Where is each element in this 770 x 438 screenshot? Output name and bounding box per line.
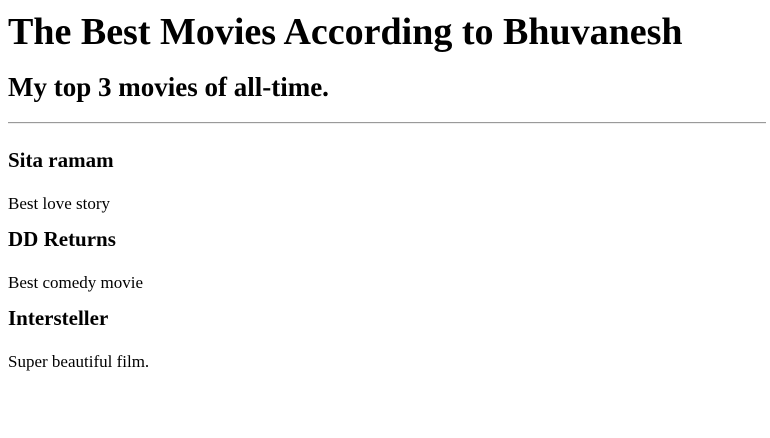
movie-description: Super beautiful film. [8, 352, 150, 371]
movie-description: Best love story [8, 194, 110, 213]
movie-title: Intersteller [8, 306, 109, 330]
movie-entry: Sita ramam Best love story [8, 148, 766, 214]
movie-entry: DD Returns Best comedy movie [8, 227, 766, 293]
page-content: The Best Movies According to Bhuvanesh M… [0, 11, 770, 372]
movie-title: DD Returns [8, 227, 116, 251]
divider [8, 122, 766, 124]
page-subtitle: My top 3 movies of all-time. [8, 72, 329, 102]
movie-entry: Intersteller Super beautiful film. [8, 306, 766, 372]
page-title: The Best Movies According to Bhuvanesh [8, 11, 683, 53]
movie-description: Best comedy movie [8, 273, 144, 292]
movie-title: Sita ramam [8, 148, 114, 172]
